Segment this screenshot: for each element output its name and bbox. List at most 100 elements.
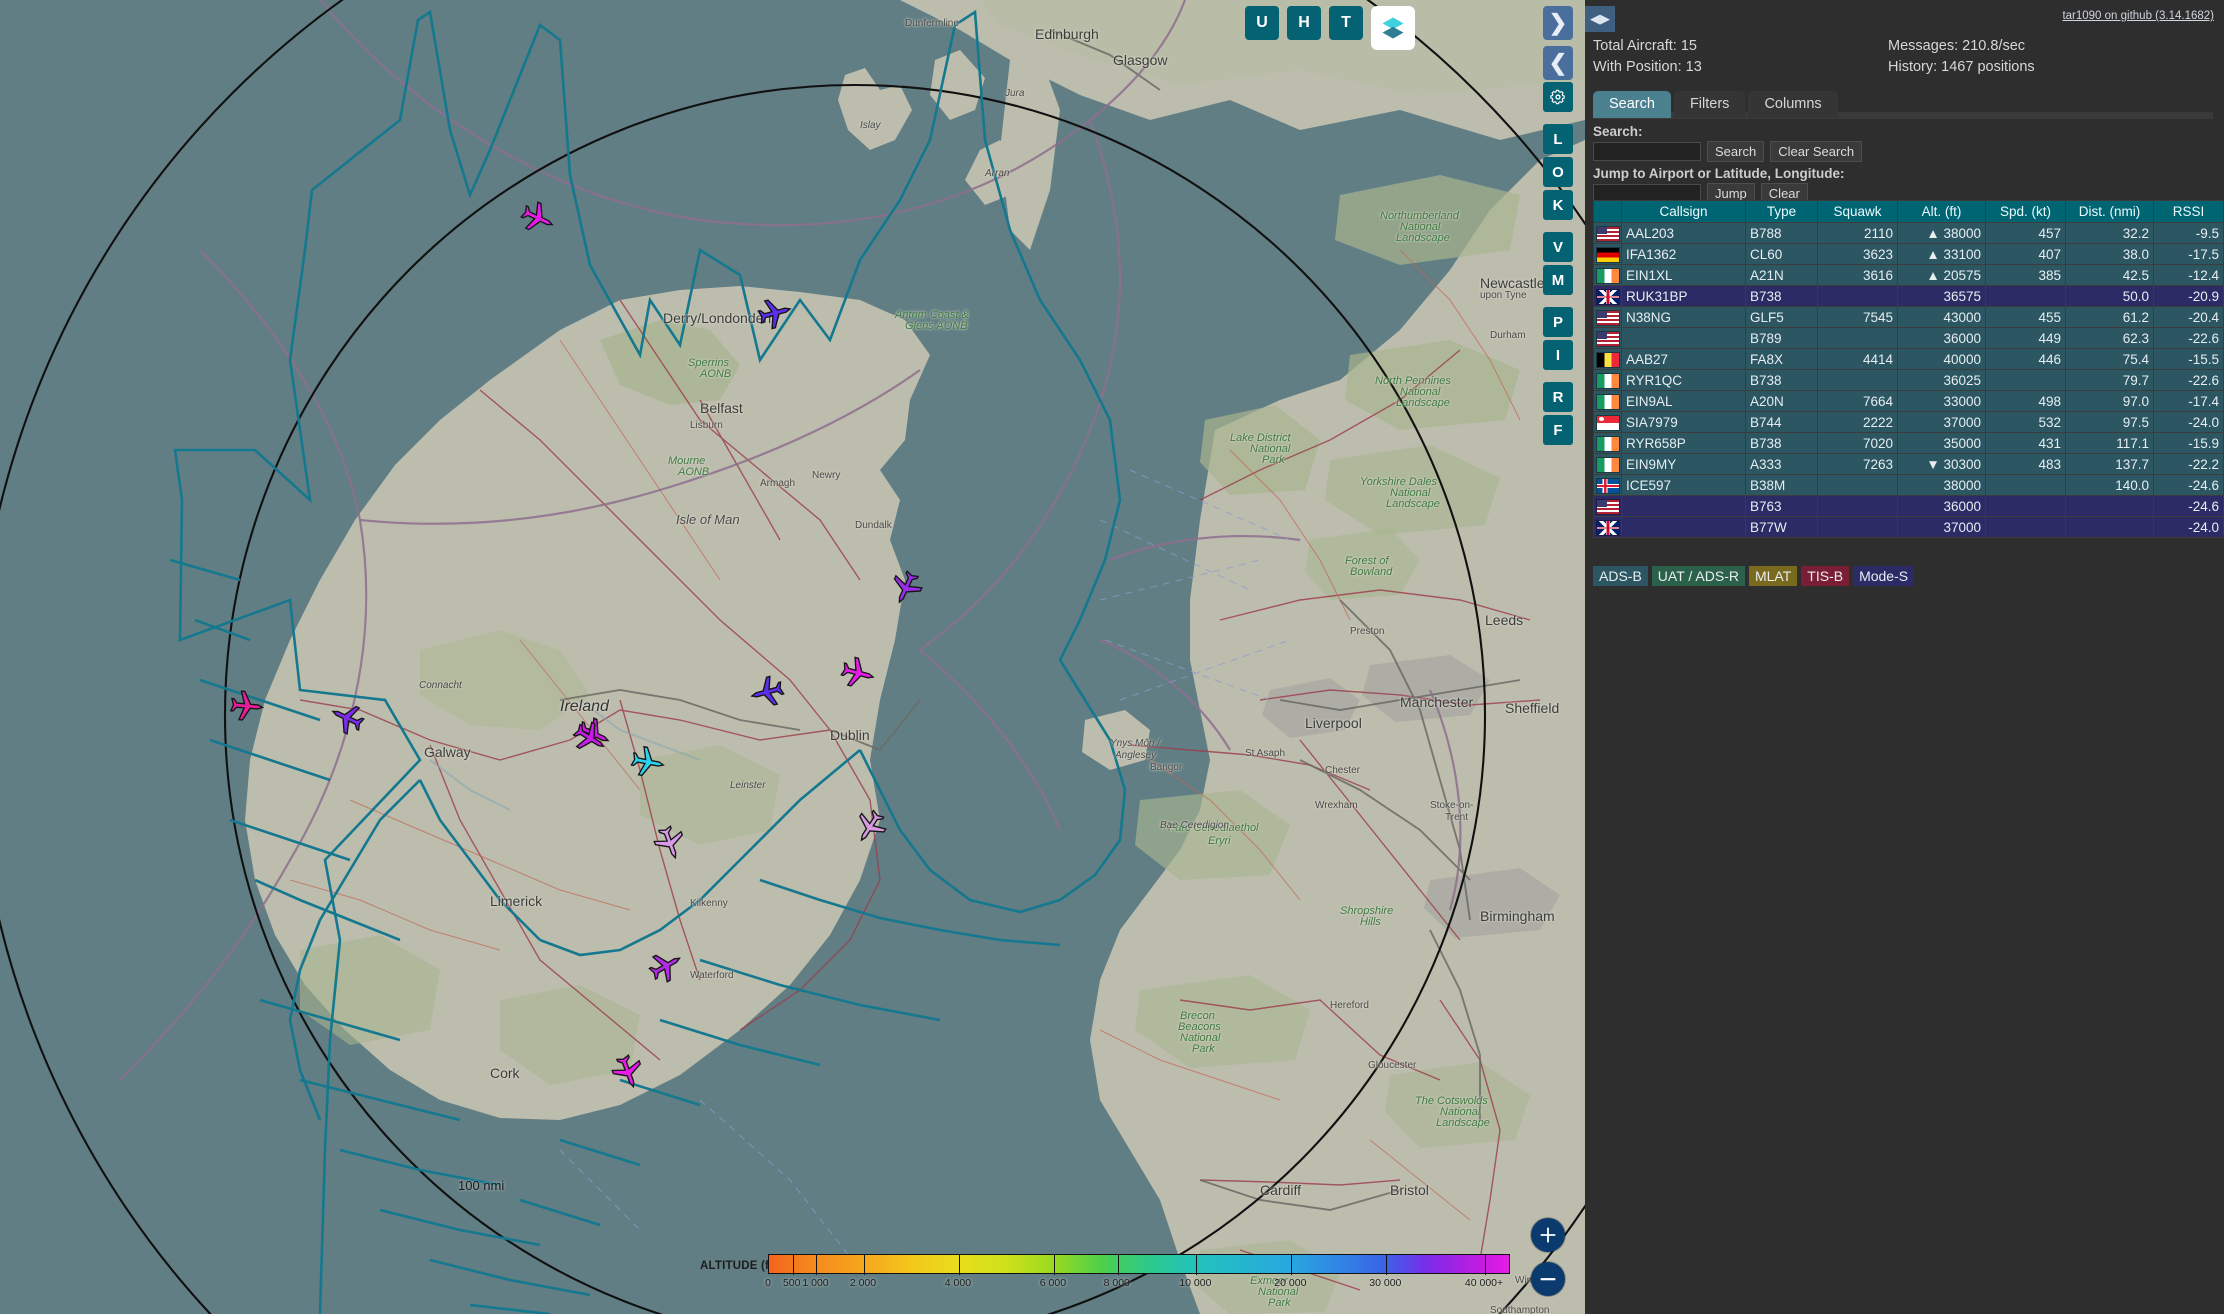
map-button-u[interactable]: U bbox=[1245, 6, 1279, 40]
row-altitude: ▲ 33100 bbox=[1897, 243, 1986, 265]
row-type: B738 bbox=[1745, 285, 1818, 307]
aircraft-marker[interactable] bbox=[229, 688, 266, 725]
row-flag bbox=[1593, 474, 1622, 496]
sidebar-tabs[interactable]: Search Filters Columns bbox=[1593, 88, 2213, 118]
row-type: A21N bbox=[1745, 264, 1818, 286]
layers-icon[interactable] bbox=[1371, 6, 1415, 50]
column-header[interactable]: Alt. (ft) bbox=[1897, 200, 1986, 223]
table-body[interactable]: AAL203 B788 2110 ▲ 38000 457 32.2 -9.5 IFA1362 C… bbox=[1593, 222, 2224, 538]
chevron-right-icon[interactable]: ❯ bbox=[1543, 6, 1573, 40]
table-row[interactable]: AAB27 FA8X 4414 40000 446 75.4 -15.5 bbox=[1593, 348, 2224, 370]
row-type: B77W bbox=[1745, 516, 1818, 538]
map-button-t[interactable]: T bbox=[1329, 6, 1363, 40]
tab-search[interactable]: Search bbox=[1593, 91, 1671, 118]
row-speed: 457 bbox=[1985, 222, 2066, 244]
table-row[interactable]: RYR1QC B738 36025 79.7 -22.6 bbox=[1593, 369, 2224, 391]
row-type: A333 bbox=[1745, 453, 1818, 475]
rail-button-i[interactable]: I bbox=[1543, 340, 1573, 370]
rail-button-p[interactable]: P bbox=[1543, 307, 1573, 337]
column-header[interactable]: RSSI bbox=[2153, 200, 2224, 223]
row-callsign[interactable]: EIN9AL bbox=[1621, 390, 1746, 412]
map-canvas[interactable]: Edinburgh Dunfermline Glasgow Arran Jura Isla… bbox=[0, 0, 1585, 1314]
rail-button-v[interactable]: V bbox=[1543, 232, 1573, 262]
row-altitude: 35000 bbox=[1897, 432, 1986, 454]
row-callsign[interactable]: SIA7979 bbox=[1621, 411, 1746, 433]
aircraft-table[interactable]: Callsign Type Squawk Alt. (ft) Spd. (kt) Dist… bbox=[1593, 200, 2224, 538]
tar1090-app: Edinburgh Dunfermline Glasgow Arran Jura Isla… bbox=[0, 0, 2224, 1314]
rail-button-r[interactable]: R bbox=[1543, 382, 1573, 412]
row-type: B763 bbox=[1745, 495, 1818, 517]
table-row[interactable]: EIN9AL A20N 7664 33000 498 97.0 -17.4 bbox=[1593, 390, 2224, 412]
row-altitude: 36575 bbox=[1897, 285, 1986, 307]
column-header[interactable]: Dist. (nmi) bbox=[2065, 200, 2154, 223]
search-input[interactable] bbox=[1593, 142, 1701, 161]
row-callsign[interactable]: IFA1362 bbox=[1621, 243, 1746, 265]
map-label: Cardiff bbox=[1260, 1182, 1301, 1198]
map-button-h[interactable]: H bbox=[1287, 6, 1321, 40]
row-callsign[interactable]: AAL203 bbox=[1621, 222, 1746, 244]
row-callsign[interactable]: RUK31BP bbox=[1621, 285, 1746, 307]
tab-filters[interactable]: Filters bbox=[1673, 91, 1746, 118]
map-top-buttons[interactable]: U H T bbox=[1245, 6, 1415, 50]
row-callsign[interactable]: EIN9MY bbox=[1621, 453, 1746, 475]
row-callsign[interactable]: AAB27 bbox=[1621, 348, 1746, 370]
search-button[interactable]: Search bbox=[1707, 141, 1765, 162]
table-row[interactable]: ICE597 B38M 38000 140.0 -24.6 bbox=[1593, 474, 2224, 496]
table-row[interactable]: B789 36000 449 62.3 -22.6 bbox=[1593, 327, 2224, 349]
github-link[interactable]: tar1090 on github (3.14.1682) bbox=[2062, 10, 2214, 22]
table-row[interactable]: B763 36000 -24.6 bbox=[1593, 495, 2224, 517]
chevron-left-icon[interactable]: ❮ bbox=[1543, 46, 1573, 80]
table-header-row[interactable]: Callsign Type Squawk Alt. (ft) Spd. (kt) Dist… bbox=[1593, 200, 2224, 223]
row-callsign[interactable]: RYR1QC bbox=[1621, 369, 1746, 391]
collapse-expand-icon[interactable]: ◀▶ bbox=[1585, 6, 1615, 32]
altitude-color-bar bbox=[768, 1254, 1510, 1275]
table-row[interactable]: N38NG GLF5 7545 43000 455 61.2 -20.4 bbox=[1593, 306, 2224, 328]
column-header[interactable]: Squawk bbox=[1817, 200, 1898, 223]
map-label: Landscape bbox=[1436, 1117, 1490, 1129]
row-flag bbox=[1593, 327, 1622, 349]
map-label: Dundalk bbox=[855, 520, 892, 531]
row-callsign[interactable]: RYR658P bbox=[1621, 432, 1746, 454]
row-callsign[interactable]: N38NG bbox=[1621, 306, 1746, 328]
row-type: B789 bbox=[1745, 327, 1818, 349]
table-row[interactable]: EIN1XL A21N 3616 ▲ 20575 385 42.5 -12.4 bbox=[1593, 264, 2224, 286]
table-row[interactable]: IFA1362 CL60 3623 ▲ 33100 407 38.0 -17.5 bbox=[1593, 243, 2224, 265]
aircraft-marker[interactable] bbox=[628, 742, 668, 782]
column-header[interactable]: Spd. (kt) bbox=[1985, 200, 2066, 223]
column-header[interactable]: Type bbox=[1745, 200, 1818, 223]
column-header[interactable]: Callsign bbox=[1621, 200, 1746, 223]
table-row[interactable]: EIN9MY A333 7263 ▼ 30300 483 137.7 -22.2 bbox=[1593, 453, 2224, 475]
row-callsign[interactable]: EIN1XL bbox=[1621, 264, 1746, 286]
rail-button-k[interactable]: K bbox=[1543, 190, 1573, 220]
row-callsign[interactable] bbox=[1621, 495, 1746, 517]
row-squawk: 3616 bbox=[1817, 264, 1898, 286]
map-side-rail[interactable]: LOKVMPIRF bbox=[1543, 82, 1573, 448]
row-rssi: -22.2 bbox=[2153, 453, 2224, 475]
rail-button-f[interactable]: F bbox=[1543, 415, 1573, 445]
table-row[interactable]: SIA7979 B744 2222 37000 532 97.5 -24.0 bbox=[1593, 411, 2224, 433]
table-row[interactable]: B77W 37000 -24.0 bbox=[1593, 516, 2224, 538]
row-callsign[interactable] bbox=[1621, 327, 1746, 349]
rail-button-o[interactable]: O bbox=[1543, 157, 1573, 187]
map-panel-arrows[interactable]: ❯ ❮ bbox=[1543, 6, 1573, 80]
zoom-out-button[interactable] bbox=[1531, 1262, 1565, 1296]
row-rssi: -9.5 bbox=[2153, 222, 2224, 244]
row-flag bbox=[1593, 432, 1622, 454]
zoom-in-button[interactable] bbox=[1531, 1218, 1565, 1252]
table-row[interactable]: RYR658P B738 7020 35000 431 117.1 -15.9 bbox=[1593, 432, 2224, 454]
column-header[interactable] bbox=[1593, 200, 1622, 223]
row-callsign[interactable] bbox=[1621, 516, 1746, 538]
rail-settings[interactable] bbox=[1543, 82, 1573, 112]
row-callsign[interactable]: ICE597 bbox=[1621, 474, 1746, 496]
with-position: With Position: 13 bbox=[1593, 59, 1702, 76]
clear-search-button[interactable]: Clear Search bbox=[1770, 141, 1863, 162]
row-distance bbox=[2065, 495, 2154, 517]
table-row[interactable]: AAL203 B788 2110 ▲ 38000 457 32.2 -9.5 bbox=[1593, 222, 2224, 244]
rail-button-l[interactable]: L bbox=[1543, 124, 1573, 154]
row-distance: 97.0 bbox=[2065, 390, 2154, 412]
row-squawk bbox=[1817, 474, 1898, 496]
table-row[interactable]: RUK31BP B738 36575 50.0 -20.9 bbox=[1593, 285, 2224, 307]
map-label: AONB bbox=[700, 368, 732, 380]
rail-button-m[interactable]: M bbox=[1543, 265, 1573, 295]
tab-columns[interactable]: Columns bbox=[1748, 91, 1838, 118]
